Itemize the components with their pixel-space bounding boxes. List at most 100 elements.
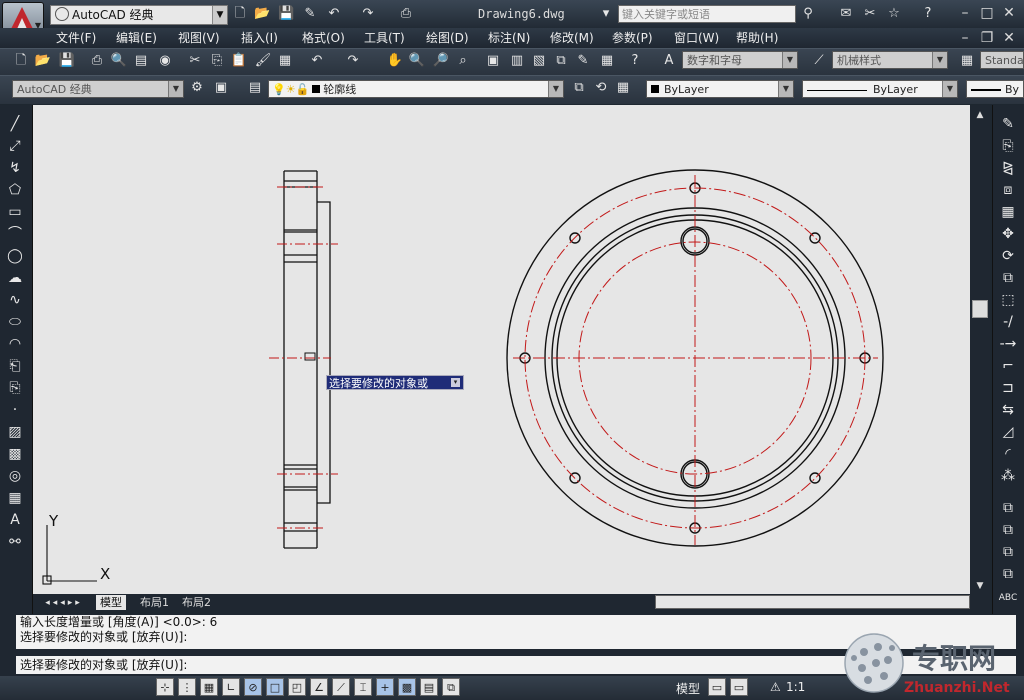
paste-icon[interactable]: 📋: [230, 52, 248, 70]
plot-icon[interactable]: ⎙: [88, 52, 106, 70]
offset-icon[interactable]: ⧈: [998, 181, 1018, 199]
join-icon[interactable]: ⇆: [998, 401, 1018, 419]
tool-palettes-icon[interactable]: ▧: [530, 52, 548, 70]
horizontal-scrollbar[interactable]: [655, 595, 970, 609]
search-input[interactable]: 键入关键字或短语: [618, 5, 796, 23]
explode-icon[interactable]: ⁂: [998, 467, 1018, 485]
make-block-icon[interactable]: ⎘: [5, 379, 25, 397]
dim-style-select[interactable]: 机械样式 ▼: [832, 51, 948, 69]
menu-view[interactable]: 视图(V): [178, 30, 220, 46]
plot-preview-icon[interactable]: 🔍: [110, 52, 128, 70]
open-folder-icon[interactable]: 📂: [254, 6, 270, 22]
fillet-icon[interactable]: ◜: [998, 445, 1018, 463]
mirror-icon[interactable]: ⧎: [998, 159, 1018, 177]
draworder-back-icon[interactable]: ⧉: [998, 521, 1018, 539]
rotate-icon[interactable]: ⟳: [998, 247, 1018, 265]
undo-icon[interactable]: ↶: [308, 52, 326, 70]
minimize-icon[interactable]: –: [956, 4, 974, 22]
save-icon[interactable]: 💾: [278, 6, 294, 22]
move-icon[interactable]: ✥: [998, 225, 1018, 243]
break-at-point-icon[interactable]: ⌐: [998, 357, 1018, 375]
quick-view-layouts-icon[interactable]: ▭: [708, 678, 726, 696]
sheet-set-icon[interactable]: ⧉: [552, 52, 570, 70]
pan-icon[interactable]: ✋: [386, 52, 404, 70]
workspace-select[interactable]: AutoCAD 经典 ▼: [12, 80, 184, 98]
copy-icon[interactable]: ⎘: [208, 52, 226, 70]
maximize-icon[interactable]: □: [978, 4, 996, 22]
quick-properties-icon[interactable]: ▤: [420, 678, 438, 696]
scale-icon[interactable]: ⧉: [998, 269, 1018, 287]
spline-icon[interactable]: ∿: [5, 291, 25, 309]
polar-tracking-icon[interactable]: ⊘: [244, 678, 262, 696]
vertical-scrollbar[interactable]: [970, 105, 990, 594]
annotation-scale[interactable]: 1:1: [786, 680, 805, 694]
text-style-select[interactable]: 数字和字母 ▼: [682, 51, 798, 69]
array-icon[interactable]: ▦: [998, 203, 1018, 221]
close-icon[interactable]: ✕: [1000, 4, 1018, 22]
doc-restore-icon[interactable]: ❐: [978, 29, 996, 47]
binoculars-icon[interactable]: ⚲: [800, 6, 816, 22]
ortho-mode-icon[interactable]: ∟: [222, 678, 240, 696]
ellipse-arc-icon[interactable]: ◠: [5, 335, 25, 353]
extend-icon[interactable]: -→: [998, 335, 1018, 353]
object-snap-icon[interactable]: □: [266, 678, 284, 696]
block-editor-icon[interactable]: ▦: [276, 52, 294, 70]
menu-tools[interactable]: 工具(T): [364, 30, 405, 46]
region-icon[interactable]: ◎: [5, 467, 25, 485]
circle-icon[interactable]: ◯: [5, 247, 25, 265]
menu-modify[interactable]: 修改(M): [550, 30, 594, 46]
transparency-icon[interactable]: ▩: [398, 678, 416, 696]
new-file-icon[interactable]: 🗋: [232, 6, 248, 22]
break-icon[interactable]: ⊐: [998, 379, 1018, 397]
workspace-switcher[interactable]: AutoCAD 经典 ▼: [50, 5, 228, 25]
scroll-down-icon[interactable]: ▼: [971, 577, 989, 595]
construction-line-icon[interactable]: ⤢: [5, 137, 25, 155]
markup-icon[interactable]: ✎: [574, 52, 592, 70]
linetype-select[interactable]: ByLayer ▼: [802, 80, 958, 98]
properties-icon[interactable]: ▣: [484, 52, 502, 70]
line-icon[interactable]: ╱: [5, 115, 25, 133]
make-current-layer-icon[interactable]: ⧉: [570, 79, 588, 97]
quick-view-drawings-icon[interactable]: ▭: [730, 678, 748, 696]
open-icon[interactable]: 📂: [34, 52, 52, 70]
grid-icon[interactable]: ▦: [200, 678, 218, 696]
gradient-icon[interactable]: ▩: [5, 445, 25, 463]
workspace-save-icon[interactable]: ▣: [212, 79, 230, 97]
workspace-settings-icon[interactable]: ⚙: [188, 79, 206, 97]
design-center-icon[interactable]: ▥: [508, 52, 526, 70]
zoom-previous-icon[interactable]: ⌕: [454, 52, 472, 70]
cut-icon[interactable]: ✂: [186, 52, 204, 70]
arc-icon[interactable]: ⌒: [5, 225, 25, 243]
undo-icon[interactable]: ↶: [326, 6, 342, 22]
stretch-icon[interactable]: ⬚: [998, 291, 1018, 309]
annotation-scale-icon[interactable]: ⚠: [770, 680, 781, 694]
redo-icon[interactable]: ↷: [344, 52, 362, 70]
doc-close-icon[interactable]: ✕: [1000, 29, 1018, 47]
tab-model[interactable]: 模型: [96, 595, 126, 610]
publish-icon[interactable]: ▤: [132, 52, 150, 70]
grid-display-icon[interactable]: ⋮: [178, 678, 196, 696]
dropdown-arrow-icon[interactable]: ▾: [598, 6, 614, 22]
qnew-icon[interactable]: 🗋: [12, 52, 30, 70]
table-icon[interactable]: ▦: [5, 489, 25, 507]
options-arrow-icon[interactable]: ▾: [451, 378, 460, 387]
redo-icon[interactable]: ↷: [360, 6, 376, 22]
drawing-canvas[interactable]: Y X: [33, 105, 970, 594]
erase-icon[interactable]: ✎: [998, 115, 1018, 133]
polygon-icon[interactable]: ⬠: [5, 181, 25, 199]
add-selected-icon[interactable]: ⚯: [5, 533, 25, 551]
calculator-icon[interactable]: ▦: [598, 52, 616, 70]
polyline-icon[interactable]: ↯: [5, 159, 25, 177]
table-style-select[interactable]: Standa: [980, 51, 1024, 69]
layer-select[interactable]: 💡☀🔓 轮廓线 ▼: [268, 80, 564, 98]
bring-above-icon[interactable]: ⧉: [998, 543, 1018, 561]
multiline-text-icon[interactable]: A: [5, 511, 25, 529]
tab-layout1[interactable]: 布局1: [136, 595, 173, 610]
ducs-icon[interactable]: ⟋: [332, 678, 350, 696]
insert-block-icon[interactable]: ⎗: [5, 357, 25, 375]
help-icon[interactable]: ?: [626, 52, 644, 70]
save-as-icon[interactable]: ✎: [302, 6, 318, 22]
copy-object-icon[interactable]: ⎘: [998, 137, 1018, 155]
color-select[interactable]: ByLayer ▼: [646, 80, 794, 98]
menu-format[interactable]: 格式(O): [302, 30, 345, 46]
